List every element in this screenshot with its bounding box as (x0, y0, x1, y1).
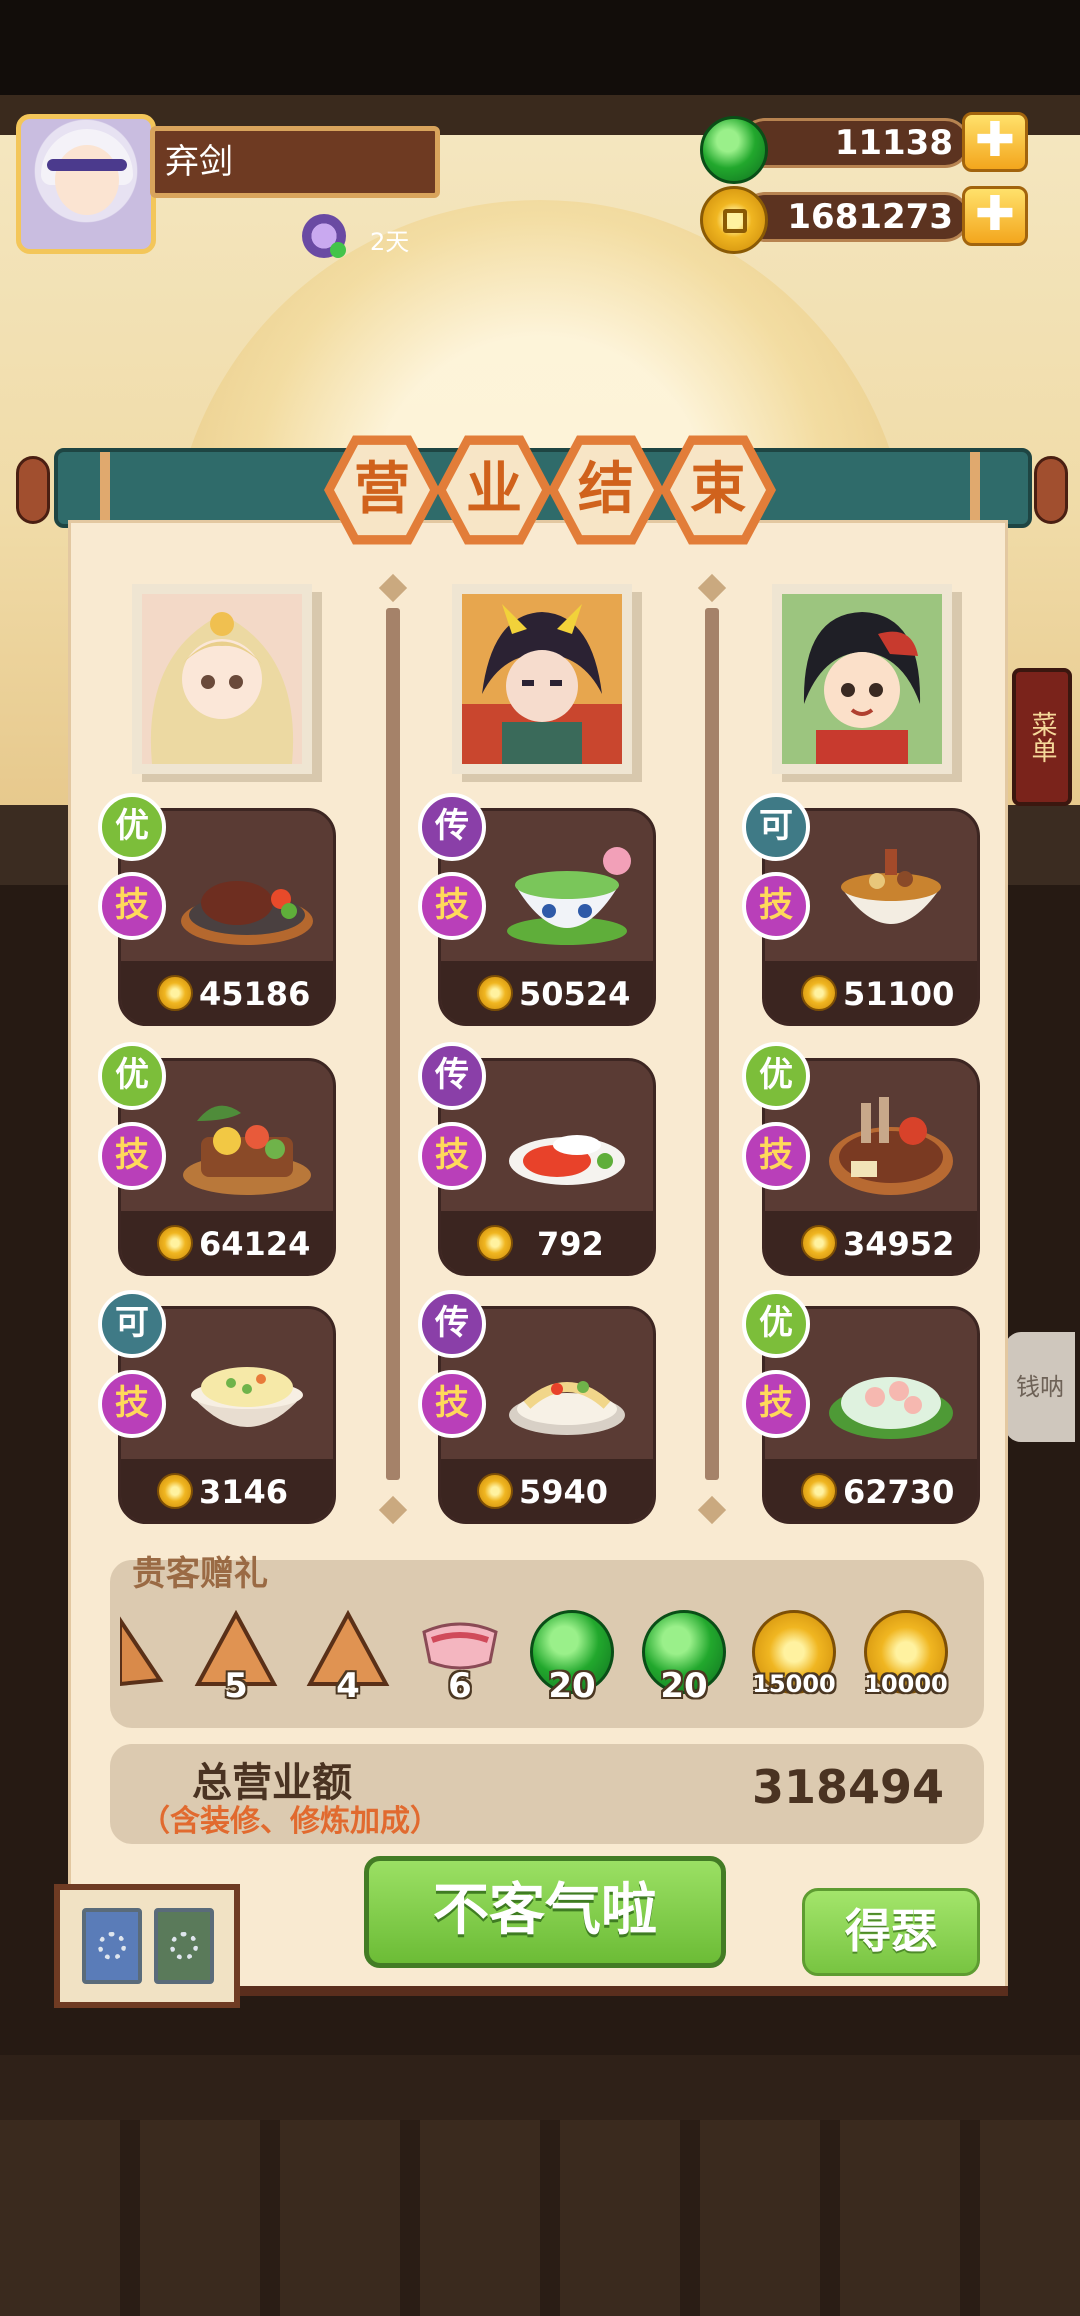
coin-icon (477, 1473, 513, 1509)
days-counter: 2天 (370, 228, 410, 256)
dish-price: 50524 (519, 975, 631, 1013)
gift-count: 10000 (864, 1670, 948, 1698)
grade-badge: 传 (418, 1290, 486, 1358)
dish-price: 34952 (843, 1225, 955, 1263)
soup-pot-icon (507, 847, 631, 945)
coin-icon (477, 975, 513, 1011)
coin-icon (700, 186, 768, 254)
coin-icon (477, 1225, 513, 1261)
banquet-icon (183, 1105, 311, 1195)
grade-badge: 优 (98, 1042, 166, 1110)
gift-count: 4 (336, 1666, 360, 1706)
gift-count: 20 (660, 1666, 708, 1706)
fried-rice-icon (191, 1367, 303, 1427)
grade-badge: 传 (418, 1042, 486, 1110)
grade-badge: 可 (98, 1290, 166, 1358)
dish-price: 5940 (519, 1473, 609, 1511)
rod-stripe (970, 452, 980, 524)
companion-icon (302, 214, 346, 258)
noodle-dish-icon (509, 1381, 625, 1435)
coin-icon (157, 1473, 193, 1509)
gift-count: 5 (224, 1666, 248, 1706)
coin-icon (801, 1225, 837, 1261)
coin-counter: 1681273 (740, 192, 970, 242)
add-coins-button[interactable]: ✚ (962, 186, 1028, 246)
camera-button[interactable] (82, 1908, 142, 1984)
guest-2-image (462, 594, 622, 764)
guest-1-image (142, 594, 302, 764)
scroll-cap-right (1034, 456, 1068, 524)
online-dot (330, 242, 346, 258)
rod-stripe (100, 452, 110, 524)
guest-portrait[interactable] (772, 584, 952, 774)
total-revenue-note: （含装修、修炼加成） (140, 1804, 440, 1839)
skill-badge: 技 (98, 1122, 166, 1190)
dish-price: 64124 (199, 1225, 311, 1263)
partial-zongzi-icon (120, 1616, 164, 1687)
share-button[interactable] (154, 1908, 214, 1984)
column-divider (386, 608, 400, 1480)
skill-badge: 技 (418, 872, 486, 940)
player-avatar[interactable] (16, 114, 156, 254)
skill-badge: 技 (742, 1370, 810, 1438)
dish-price: 792 (537, 1225, 604, 1263)
gift-count: 15000 (752, 1670, 836, 1698)
background-railing (0, 2120, 1080, 2316)
jade-counter: 11138 (740, 118, 970, 168)
skill-badge: 技 (418, 1122, 486, 1190)
skill-badge: 技 (742, 1122, 810, 1190)
coin-icon (801, 975, 837, 1011)
tomato-dish-icon (509, 1135, 625, 1185)
share-icon (170, 1932, 198, 1960)
camera-icon (98, 1932, 126, 1960)
scroll-cap-left (16, 456, 50, 524)
steak-icon (181, 881, 313, 945)
grade-badge: 优 (742, 1042, 810, 1110)
dish-price: 45186 (199, 975, 311, 1013)
gift-count: 6 (448, 1666, 472, 1706)
add-jade-button[interactable]: ✚ (962, 112, 1028, 172)
grade-badge: 优 (742, 1290, 810, 1358)
coin-icon (157, 1225, 193, 1261)
guest-portrait[interactable] (452, 584, 632, 774)
avatar-face (55, 145, 119, 215)
grade-badge: 优 (98, 793, 166, 861)
show-off-button[interactable]: 得瑟 (802, 1888, 980, 1976)
grade-badge: 传 (418, 793, 486, 861)
hotpot-icon (841, 849, 941, 924)
avatar-headband (47, 159, 127, 171)
dish-price: 51100 (843, 975, 955, 1013)
shrimp-dish-icon (829, 1377, 953, 1439)
player-name: 弃剑 (150, 126, 440, 198)
column-divider (705, 608, 719, 1480)
confirm-button[interactable]: 不客气啦 (364, 1856, 726, 1968)
side-tab[interactable]: 钱呐 (1005, 1332, 1075, 1442)
coin-icon (801, 1473, 837, 1509)
skill-badge: 技 (418, 1370, 486, 1438)
guest-gifts-title: 贵客赠礼 (132, 1554, 268, 1594)
guest-portrait[interactable] (132, 584, 312, 774)
grade-badge: 可 (742, 793, 810, 861)
menu-sign[interactable]: 菜单 (1012, 668, 1072, 806)
dish-price: 62730 (843, 1473, 955, 1511)
gift-count: 20 (548, 1666, 596, 1706)
total-revenue-value: 318494 (751, 1760, 944, 1814)
coin-icon (157, 975, 193, 1011)
skill-badge: 技 (742, 872, 810, 940)
guest-3-image (782, 594, 942, 764)
skill-badge: 技 (98, 872, 166, 940)
feast-platter-icon (829, 1097, 953, 1195)
skill-badge: 技 (98, 1370, 166, 1438)
dish-price: 3146 (199, 1473, 289, 1511)
jade-icon (700, 116, 768, 184)
